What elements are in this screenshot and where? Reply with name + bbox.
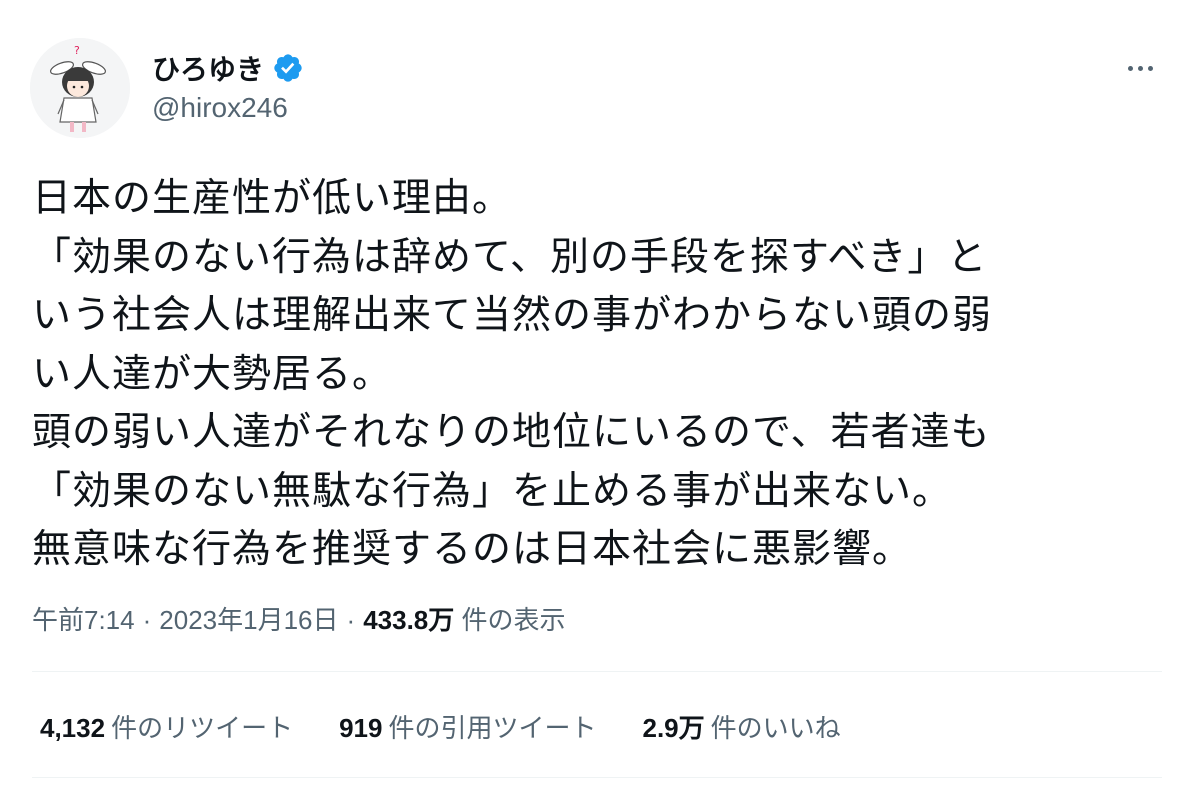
avatar-illustration: ? <box>30 38 130 138</box>
verified-badge-icon[interactable] <box>272 52 304 84</box>
more-horizontal-icon <box>1137 65 1143 71</box>
likes-label: 件のいいね <box>710 712 841 743</box>
quotes-count: 919 <box>339 712 383 743</box>
tweet-text: 日本の生産性が低い理由。 「効果のない行為は辞めて、別の手段を探すべき」と いう… <box>32 170 1160 580</box>
more-horizontal-icon <box>1127 65 1133 71</box>
tweet-text-line: 日本の生産性が低い理由。 <box>32 176 513 221</box>
retweets-stat[interactable]: 4,132 件のリツイート <box>40 708 293 745</box>
tweet-text-line: 「効果のない無駄な行為」を止める事が出来ない。 <box>32 468 953 514</box>
views-count[interactable]: 433.8万 <box>363 605 454 635</box>
user-handle[interactable]: @hirox246 <box>152 92 304 124</box>
more-horizontal-icon <box>1147 65 1153 71</box>
user-names: ひろゆき @hirox246 <box>152 48 304 124</box>
tweet-text-line: 「効果のない行為は辞めて、別の手段を探すべき」と <box>32 234 988 280</box>
tweet-text-line: いう社会人は理解出来て当然の事がわからない頭の弱 <box>32 293 993 338</box>
display-name-row: ひろゆき <box>152 48 304 88</box>
quotes-stat[interactable]: 919 件の引用ツイート <box>339 708 596 745</box>
tweet-text-line: 無意味な行為を推奨するのは日本社会に悪影響。 <box>32 527 913 572</box>
tweet-header: ? ひろゆき @hirox246 <box>30 38 1162 148</box>
tweet-text-line: い人達が大勢居る。 <box>32 351 393 397</box>
meta-separator: · <box>346 605 356 635</box>
retweets-label: 件のリツイート <box>111 712 294 743</box>
display-name[interactable]: ひろゆき <box>152 48 264 88</box>
likes-stat[interactable]: 2.9万 件のいいね <box>643 708 841 745</box>
views-label: 件の表示 <box>461 605 566 635</box>
svg-text:?: ? <box>74 44 80 57</box>
tweet-stats: 4,132 件のリツイート 919 件の引用ツイート 2.9万 件のいいね <box>40 706 887 746</box>
more-options-button[interactable] <box>1118 48 1162 88</box>
retweets-count: 4,132 <box>40 712 106 743</box>
likes-count: 2.9万 <box>642 712 705 743</box>
divider <box>32 671 1162 672</box>
avatar[interactable]: ? <box>30 38 130 138</box>
tweet-card: ? ひろゆき @hirox246 日本の生産性が低い理由。 「効果のない行為は辞… <box>0 0 1192 790</box>
meta-separator: · <box>142 605 152 635</box>
tweet-meta: 午前7:14 · 2023年1月16日 · 433.8万 件の表示 <box>32 600 566 637</box>
tweet-time[interactable]: 午前7:14 <box>32 605 135 635</box>
tweet-date[interactable]: 2023年1月16日 <box>159 605 338 635</box>
divider <box>32 777 1162 778</box>
quotes-label: 件の引用ツイート <box>388 712 597 743</box>
tweet-text-line: 頭の弱い人達がそれなりの地位にいるので、若者達も <box>32 410 991 455</box>
